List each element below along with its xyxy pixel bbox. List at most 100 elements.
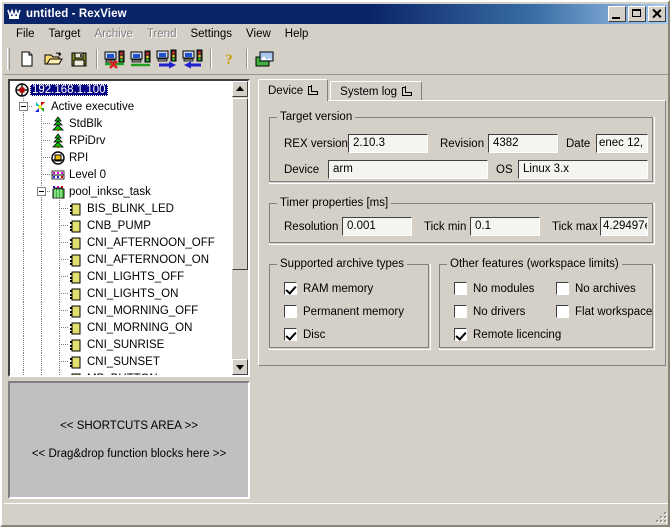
checkbox-box[interactable]	[556, 282, 569, 295]
scroll-down-button[interactable]	[232, 359, 248, 375]
tab-device[interactable]: Device	[258, 79, 329, 101]
toolbar-grip[interactable]	[7, 47, 10, 70]
toolbar-separator	[210, 48, 212, 69]
tree-node[interactable]: Level 0	[10, 166, 231, 183]
checkbox-disc[interactable]: Disc	[284, 328, 325, 341]
tree-node[interactable]: pool_inksc_task	[10, 183, 231, 200]
resolution-field[interactable]: 0.001	[342, 217, 412, 236]
checkbox-box[interactable]	[284, 282, 297, 295]
tree-node[interactable]: CNI_AFTERNOON_OFF	[10, 234, 231, 251]
tab-system-log[interactable]: System log	[330, 81, 423, 101]
tree-node[interactable]: RPiDrv	[10, 132, 231, 149]
checkbox-box[interactable]	[454, 305, 467, 318]
scrollbar-thumb[interactable]	[232, 98, 248, 270]
tree-node-label: CNI_SUNSET	[87, 355, 160, 368]
tree-node[interactable]: CNI_LIGHTS_OFF	[10, 268, 231, 285]
resize-grip[interactable]	[652, 508, 666, 522]
menu-help[interactable]: Help	[278, 26, 316, 42]
checkbox-box[interactable]	[454, 282, 467, 295]
minimize-button[interactable]	[608, 6, 626, 22]
checkbox-no-modules[interactable]: No modules	[454, 282, 534, 295]
tree-node[interactable]: CNI_AFTERNOON_ON	[10, 251, 231, 268]
tree-indent	[10, 217, 69, 234]
tree-vertical-scrollbar[interactable]	[231, 81, 248, 375]
checkbox-box[interactable]	[284, 305, 297, 318]
tick-min-field[interactable]: 0.1	[470, 217, 540, 236]
tree-node-label: RPI	[69, 151, 89, 164]
menu-file[interactable]: File	[9, 26, 42, 42]
tree-indent	[10, 115, 51, 132]
tree-node[interactable]: 192.168.1.100	[10, 81, 231, 98]
tree-indent	[10, 319, 69, 336]
function-block-icon	[68, 269, 84, 285]
close-button[interactable]	[648, 6, 666, 22]
tree-node-label: CNI_LIGHTS_OFF	[87, 270, 185, 283]
download-button[interactable]	[154, 46, 180, 72]
tree-node[interactable]: CNI_SUNRISE	[10, 336, 231, 353]
checkbox-remote-licencing[interactable]: Remote licencing	[454, 328, 561, 341]
popout-icon[interactable]	[402, 87, 413, 96]
toolbar-separator	[96, 48, 98, 69]
window-controls	[608, 6, 666, 22]
function-block-icon	[68, 218, 84, 234]
tree-node[interactable]: BIS_BLINK_LED	[10, 200, 231, 217]
device-tab-panel: Target version REX version 2.10.3 Revisi…	[258, 100, 666, 366]
os-label: OS	[496, 164, 513, 176]
checkbox-no-archives[interactable]: No archives	[556, 282, 636, 295]
shortcuts-area[interactable]: << SHORTCUTS AREA >> << Drag&drop functi…	[8, 381, 250, 499]
checkbox-no-drivers[interactable]: No drivers	[454, 305, 525, 318]
tree-node[interactable]: RPI	[10, 149, 231, 166]
checkbox-box[interactable]	[454, 328, 467, 341]
tree-indent	[10, 251, 69, 268]
tree-node[interactable]: CNI_SUNSET	[10, 353, 231, 370]
tree-expand-toggle[interactable]	[19, 102, 28, 111]
menu-view[interactable]: View	[239, 26, 278, 42]
function-block-icon	[68, 286, 84, 302]
disconnect-button[interactable]	[102, 46, 128, 72]
checkbox-label: Flat workspace	[575, 305, 653, 318]
new-file-button[interactable]	[14, 46, 40, 72]
os-field[interactable]: Linux 3.x	[518, 160, 648, 179]
tree-node[interactable]: StdBlk	[10, 115, 231, 132]
connect-button[interactable]	[128, 46, 154, 72]
open-file-button[interactable]	[40, 46, 66, 72]
device-field[interactable]: arm	[328, 160, 488, 179]
supported-archive-types-group: Supported archive types RAM memory Perma…	[269, 258, 431, 350]
object-tree-panel[interactable]: 192.168.1.100 Active executive StdBlk RPiDr…	[8, 79, 250, 377]
object-tree[interactable]: 192.168.1.100 Active executive StdBlk RPiDr…	[10, 81, 231, 375]
menu-settings[interactable]: Settings	[183, 26, 239, 42]
upload-button[interactable]	[180, 46, 206, 72]
checkbox-permanent-memory[interactable]: Permanent memory	[284, 305, 404, 318]
help-button[interactable]: ?	[216, 46, 242, 72]
function-block-icon	[68, 252, 84, 268]
tree-node[interactable]: Active executive	[10, 98, 231, 115]
checkbox-box[interactable]	[556, 305, 569, 318]
maximize-button[interactable]	[628, 6, 646, 22]
revision-field[interactable]: 4382	[488, 134, 558, 153]
checkbox-label: No modules	[473, 282, 535, 295]
tick-max-field[interactable]: 4.29497e+09	[600, 217, 648, 236]
date-field[interactable]: enec 12, 2014	[596, 134, 648, 153]
tree-node-label: StdBlk	[69, 117, 103, 130]
tree-node-label: CNI_AFTERNOON_OFF	[87, 236, 215, 249]
target-version-legend: Target version	[277, 111, 356, 123]
tree-node[interactable]: CNB_PUMP	[10, 217, 231, 234]
checkbox-ram-memory[interactable]: RAM memory	[284, 282, 373, 295]
tree-node-label: Active executive	[51, 100, 135, 113]
rex-version-field[interactable]: 2.10.3	[348, 134, 428, 153]
save-file-button[interactable]	[66, 46, 92, 72]
checkbox-box[interactable]	[284, 328, 297, 341]
tree-node[interactable]: CNI_MORNING_ON	[10, 319, 231, 336]
tree-node[interactable]: MP_BUTTON	[10, 370, 231, 375]
tree-node-label: CNI_LIGHTS_ON	[87, 287, 179, 300]
tree-node[interactable]: CNI_MORNING_OFF	[10, 302, 231, 319]
menu-target[interactable]: Target	[42, 26, 88, 42]
diagrams-button[interactable]	[252, 46, 278, 72]
tree-expand-toggle[interactable]	[37, 187, 46, 196]
tree-node-label: Level 0	[69, 168, 107, 181]
popout-icon[interactable]	[308, 86, 319, 95]
scroll-up-button[interactable]	[232, 81, 248, 97]
target-version-group: Target version REX version 2.10.3 Revisi…	[269, 111, 655, 184]
checkbox-flat-workspace[interactable]: Flat workspace	[556, 305, 652, 318]
tree-node[interactable]: CNI_LIGHTS_ON	[10, 285, 231, 302]
